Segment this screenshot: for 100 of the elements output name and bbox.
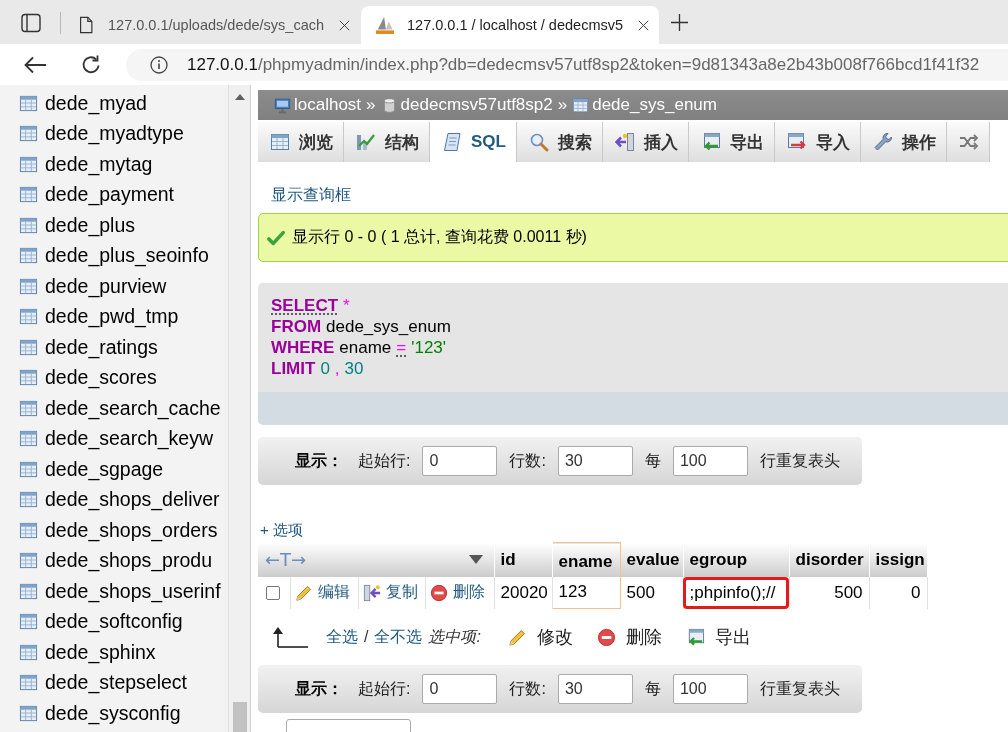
column-header[interactable]: issign xyxy=(869,542,928,577)
table-icon xyxy=(19,215,38,235)
tab[interactable]: 导出 xyxy=(688,122,775,162)
per-label: 每 xyxy=(644,450,661,471)
separator-text: / xyxy=(364,628,369,646)
show-query-box-link[interactable]: 显示查询框 xyxy=(271,184,351,206)
column-header[interactable]: egroup xyxy=(683,542,790,577)
database-link[interactable]: dedecmsv57utf8sp2 xyxy=(380,95,553,115)
tab[interactable] xyxy=(946,122,990,162)
corner-arrow-icon xyxy=(272,625,309,649)
row-checkbox[interactable] xyxy=(266,585,280,600)
delete-icon xyxy=(596,627,616,647)
row-count-label: 行数: xyxy=(509,450,546,471)
table-icon xyxy=(270,132,290,152)
delete-button[interactable]: 删除 xyxy=(596,625,662,649)
wrench-icon xyxy=(872,132,893,152)
sidebar-item[interactable]: dede_payment xyxy=(0,179,228,210)
table-icon xyxy=(19,642,38,662)
start-row-label: 起始行: xyxy=(358,678,411,699)
sidebar-item[interactable]: dede_shops_orders xyxy=(0,515,228,546)
monitor-icon xyxy=(274,96,291,114)
column-header[interactable]: evalue xyxy=(620,542,684,577)
sidebar-item[interactable]: dede_search_keyw xyxy=(0,423,228,454)
show-label: 显示： xyxy=(295,450,343,471)
row-count-field[interactable]: 30 xyxy=(557,674,633,704)
sidebar-item[interactable]: dede_shops_produ xyxy=(0,545,228,576)
sidebar-item[interactable]: dede_myad xyxy=(0,88,228,119)
sidebar-item[interactable]: dede_stepselect xyxy=(0,667,228,698)
browser-tab[interactable]: 127.0.0.1 / localhost / dedecmsv5 xyxy=(361,6,659,44)
scroll-icon xyxy=(442,132,462,152)
sidebar-item[interactable]: dede_pwd_tmp xyxy=(0,301,228,332)
select-all-link[interactable]: 全选 xyxy=(326,626,358,648)
table-cell: ;phpinfo();// xyxy=(683,576,790,609)
edit-button[interactable]: 修改 xyxy=(507,625,573,649)
column-header[interactable]: id xyxy=(494,542,553,577)
import-icon xyxy=(786,132,807,152)
sidebar-item[interactable]: dede_myadtype xyxy=(0,118,228,149)
sidebar-item[interactable]: dede_purview xyxy=(0,271,228,302)
row-count-field[interactable]: 30 xyxy=(557,446,633,476)
sidebar-item[interactable]: dede_softconfig xyxy=(0,606,228,637)
repeat-header-field[interactable]: 100 xyxy=(672,446,748,476)
sidebar-item[interactable]: dede_sysconfig xyxy=(0,698,228,729)
close-icon[interactable] xyxy=(339,19,350,31)
deselect-all-link[interactable]: 全不选 xyxy=(374,626,423,648)
check-icon xyxy=(266,228,286,247)
sidebar-item[interactable]: dede_mytag xyxy=(0,149,228,180)
table-icon xyxy=(19,520,38,540)
start-row-field[interactable]: 0 xyxy=(422,446,498,476)
sidebar-item[interactable]: dede_shops_userinf xyxy=(0,576,228,607)
column-header[interactable]: ename xyxy=(552,542,621,577)
pencil-icon xyxy=(294,583,313,602)
chart-icon xyxy=(356,132,376,152)
sidebar-item[interactable]: dede_scores xyxy=(0,362,228,393)
scroll-up-icon[interactable] xyxy=(235,94,245,100)
column-header[interactable]: disorder xyxy=(789,542,870,577)
start-row-field[interactable]: 0 xyxy=(422,674,498,704)
copy-link[interactable]: 复制 xyxy=(362,582,421,603)
caret-down-icon[interactable] xyxy=(468,555,483,564)
table-icon xyxy=(19,246,38,266)
scrollbar-thumb[interactable] xyxy=(233,702,247,732)
tab[interactable]: 插入 xyxy=(602,122,689,162)
sidebar-item[interactable]: dede_shops_deliver xyxy=(0,484,228,515)
sidebar-item[interactable]: dede_sphinx xyxy=(0,637,228,668)
close-icon[interactable] xyxy=(638,19,649,31)
sidebar-item[interactable]: dede_ratings xyxy=(0,332,228,363)
address-bar[interactable]: 127.0.0.1/phpmyadmin/index.php?db=dedecmsv57utf8sp2&token=9d81343a8e2b43b008f766bcd1f41f32 xyxy=(126,48,1008,81)
pencil-icon xyxy=(507,627,527,647)
new-tab-icon[interactable] xyxy=(671,14,688,31)
table-cell: 123 xyxy=(552,576,621,609)
sidebar-item[interactable]: dede_sgpage xyxy=(0,454,228,485)
export-button[interactable]: 导出 xyxy=(685,625,751,649)
table-icon xyxy=(19,459,38,479)
repeat-header-field[interactable]: 100 xyxy=(672,674,748,704)
sql-keyword[interactable]: SELECT xyxy=(271,295,339,316)
reload-icon[interactable] xyxy=(81,55,100,74)
tab-actions-icon[interactable] xyxy=(21,13,41,33)
sql-keyword: LIMIT xyxy=(271,358,316,379)
browser-tab[interactable]: 127.0.0.1/uploads/dede/sys_cach xyxy=(62,6,360,44)
with-selected-label: 选中项: xyxy=(428,626,481,647)
tab[interactable]: 操作 xyxy=(860,122,947,162)
tab[interactable]: 结构 xyxy=(344,122,430,162)
sidebar-item[interactable]: dede_plus xyxy=(0,210,228,241)
sidebar-item[interactable]: dede_plus_seoinfo xyxy=(0,240,228,271)
table-link[interactable]: dede_sys_enum xyxy=(572,95,717,115)
options-link[interactable]: + 选项 xyxy=(260,520,303,540)
tab[interactable]: 搜索 xyxy=(516,122,603,162)
sidebar-item[interactable]: dede_search_cache xyxy=(0,393,228,424)
sql-identifier: ename xyxy=(339,337,392,358)
back-arrow-icon[interactable] xyxy=(24,55,47,74)
delete-link[interactable]: 删除 xyxy=(429,582,490,603)
show-label: 显示： xyxy=(295,678,343,699)
sql-string-literal: '123' xyxy=(411,337,447,358)
table-icon xyxy=(19,551,38,571)
edit-link[interactable]: 编辑 xyxy=(294,582,354,603)
tab[interactable]: 浏览 xyxy=(258,122,344,162)
scrollbar[interactable] xyxy=(228,85,250,732)
tab[interactable]: 导入 xyxy=(774,122,861,162)
server-link[interactable]: localhost xyxy=(274,95,362,115)
info-icon[interactable] xyxy=(150,55,168,74)
table-cell: 500 xyxy=(620,576,684,609)
